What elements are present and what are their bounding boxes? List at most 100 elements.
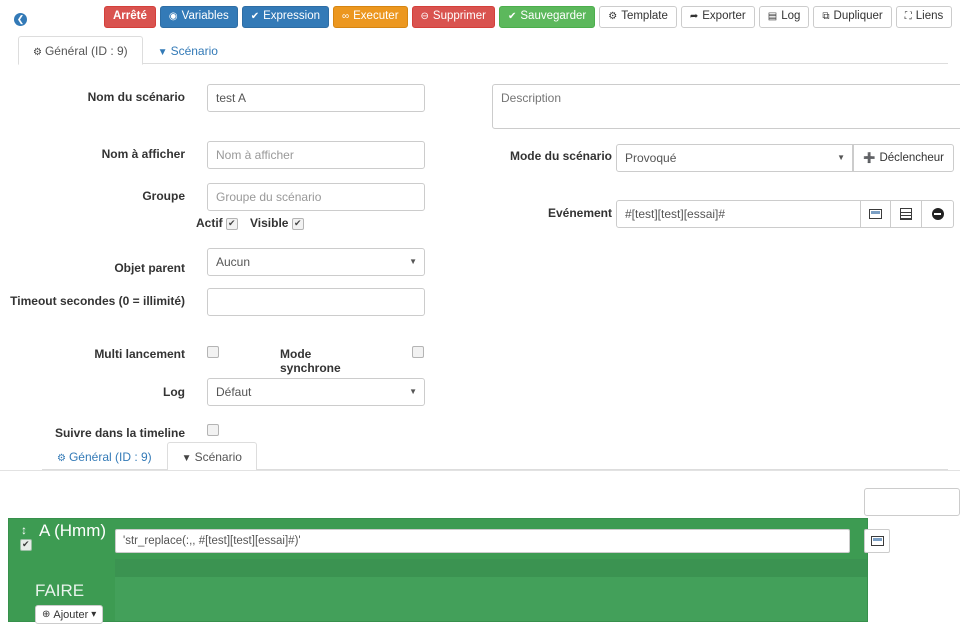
tab-label: Général (ID : 9) bbox=[44, 44, 128, 58]
dashboard-icon: ⚙ bbox=[57, 453, 66, 464]
timeline-checkbox[interactable] bbox=[207, 424, 219, 436]
toolbar-button-log[interactable]: ▤ Log bbox=[758, 6, 810, 28]
chevron-down-icon: ▼ bbox=[837, 153, 845, 162]
scenario-do-label: FAIRE bbox=[35, 581, 85, 600]
toolbar-button-executer[interactable]: ∞ Executer bbox=[333, 6, 408, 28]
toolbar-button-exporter[interactable]: ➦ Exporter bbox=[680, 6, 755, 28]
sync-mode-label: Mode synchrone bbox=[280, 347, 341, 375]
toolbar-button-label: Executer bbox=[353, 10, 399, 23]
caret-down-icon: ▾ bbox=[91, 609, 97, 620]
scenario-name-input[interactable] bbox=[207, 84, 425, 112]
display-name-input[interactable] bbox=[207, 141, 425, 169]
trigger-button[interactable]: ➕ Déclencheur bbox=[853, 144, 954, 172]
scenario-expression-helper-button[interactable] bbox=[864, 529, 890, 553]
toolbar-icon-9: ⧉ bbox=[822, 11, 830, 22]
visible-checkbox[interactable] bbox=[292, 217, 304, 230]
toolbar-button-variables[interactable]: ◉ Variables bbox=[159, 6, 238, 28]
tab-g-n-ral-id-9-[interactable]: ⚙ Général (ID : 9) bbox=[42, 442, 167, 470]
scenario-expression-row bbox=[115, 529, 890, 556]
section-divider bbox=[0, 470, 960, 471]
toolbar-button-dupliquer[interactable]: ⧉ Dupliquer bbox=[813, 6, 892, 28]
multi-launch-checkbox[interactable] bbox=[207, 346, 219, 358]
add-action-label: Ajouter bbox=[53, 608, 89, 621]
plus-square-icon: ➕ bbox=[862, 152, 876, 164]
window-icon bbox=[869, 209, 882, 219]
partial-input-box[interactable] bbox=[864, 488, 960, 516]
move-handle-icon[interactable]: ↕ bbox=[21, 524, 27, 536]
window-icon bbox=[870, 536, 884, 546]
parent-object-value: Aucun bbox=[216, 255, 251, 269]
minus-circle-icon bbox=[931, 208, 944, 220]
toolbar-icon-10: ⛶ bbox=[904, 11, 912, 22]
scenario-mode-label: Mode du scénario bbox=[509, 149, 612, 163]
toolbar-button-label: Exporter bbox=[702, 10, 746, 23]
parent-object-select[interactable]: Aucun ▼ bbox=[207, 248, 425, 276]
toolbar-icon-5: ✔ bbox=[507, 11, 517, 22]
group-label: Groupe bbox=[142, 189, 185, 203]
actif-checkbox[interactable] bbox=[226, 217, 238, 230]
top-toolbar: ❮ Arrêté ◉ Variables ✔ Expression ∞ Executer ⊖ S… bbox=[0, 0, 960, 32]
add-action-button[interactable]: ⊕ Ajouter ▾ bbox=[35, 605, 104, 624]
filter-icon: ▼ bbox=[157, 47, 168, 58]
toolbar-icon-7: ➦ bbox=[689, 11, 699, 22]
sync-mode-checkbox[interactable] bbox=[412, 346, 424, 358]
toolbar-icon-2: ✔ bbox=[250, 11, 260, 22]
toolbar-button-template[interactable]: ⚙ Template bbox=[599, 6, 677, 28]
display-name-label: Nom à afficher bbox=[101, 147, 185, 161]
event-calculator-button[interactable] bbox=[891, 200, 922, 228]
tab-bar-top: ⚙ Général (ID : 9) ▼ Scénario bbox=[18, 36, 948, 65]
scenario-mode-value: Provoqué bbox=[625, 151, 677, 165]
event-window-button[interactable] bbox=[861, 200, 891, 228]
scenario-element-checkbox[interactable] bbox=[20, 538, 32, 551]
scenario-name-label: Nom du scénario bbox=[87, 90, 185, 104]
toolbar-button-label: Arrêté bbox=[113, 10, 147, 23]
log-select[interactable]: Défaut ▼ bbox=[207, 378, 425, 406]
scenario-mode-select[interactable]: Provoqué ▼ bbox=[616, 144, 853, 172]
toolbar-button-label: Expression bbox=[263, 10, 320, 23]
back-arrow-icon[interactable]: ❮ bbox=[14, 13, 27, 26]
toolbar-button-group: Arrêté ◉ Variables ✔ Expression ∞ Executer ⊖ Sup… bbox=[104, 6, 953, 28]
multi-launch-label: Multi lancement bbox=[94, 347, 185, 361]
tab-g-n-ral-id-9-[interactable]: ⚙ Général (ID : 9) bbox=[18, 36, 143, 65]
description-textarea[interactable] bbox=[492, 84, 960, 129]
actif-label: Actif bbox=[196, 216, 223, 230]
toolbar-button-label: Variables bbox=[181, 10, 229, 23]
trigger-button-label: Déclencheur bbox=[879, 152, 945, 164]
toolbar-icon-4: ⊖ bbox=[420, 11, 429, 22]
filter-icon: ▼ bbox=[181, 453, 192, 464]
toolbar-icon-3: ∞ bbox=[342, 11, 350, 22]
toolbar-button-arr-t-[interactable]: Arrêté bbox=[104, 6, 156, 28]
plus-circle-icon: ⊕ bbox=[42, 609, 51, 620]
log-label: Log bbox=[163, 385, 185, 399]
tab-sc-nario[interactable]: ▼ Scénario bbox=[166, 442, 257, 471]
toolbar-button-liens[interactable]: ⛶ Liens bbox=[895, 6, 953, 28]
tab-label: Scénario bbox=[170, 44, 218, 58]
scenario-element-title: A (Hmm) bbox=[39, 521, 107, 540]
event-remove-button[interactable] bbox=[922, 200, 954, 228]
timeline-label: Suivre dans la timeline bbox=[54, 426, 185, 440]
toolbar-button-expression[interactable]: ✔ Expression bbox=[241, 6, 329, 28]
toolbar-button-supprimer[interactable]: ⊖ Supprimer bbox=[411, 6, 495, 28]
event-input[interactable] bbox=[616, 200, 861, 228]
chevron-down-icon: ▼ bbox=[409, 387, 417, 396]
tab-label: Scénario bbox=[194, 450, 242, 464]
timeout-input[interactable] bbox=[207, 288, 425, 316]
chevron-down-icon: ▼ bbox=[409, 257, 417, 266]
toolbar-button-label: Dupliquer bbox=[833, 10, 883, 23]
toolbar-button-label: Log bbox=[781, 10, 801, 23]
toolbar-button-label: Liens bbox=[915, 10, 944, 23]
parent-object-label: Objet parent bbox=[114, 261, 185, 275]
scenario-expression-input[interactable] bbox=[115, 529, 850, 553]
timeout-label: Timeout secondes (0 = illimité) bbox=[10, 294, 185, 308]
tab-sc-nario[interactable]: ▼ Scénario bbox=[143, 36, 233, 64]
toolbar-icon-8: ▤ bbox=[767, 11, 778, 22]
log-value: Défaut bbox=[216, 385, 252, 399]
tab-label: Général (ID : 9) bbox=[68, 450, 152, 464]
scenario-actions-area bbox=[115, 567, 867, 621]
tab-bar-bottom: ⚙ Général (ID : 9) ▼ Scénario bbox=[42, 442, 948, 471]
toolbar-button-label: Sauvegarder bbox=[520, 10, 587, 23]
dashboard-icon: ⚙ bbox=[33, 47, 42, 58]
group-input[interactable] bbox=[207, 183, 425, 211]
scenario-element-sidebar: ↕ A (Hmm) FAIRE ⊕ Ajouter ▾ bbox=[9, 519, 106, 624]
toolbar-button-sauvegarder[interactable]: ✔ Sauvegarder bbox=[498, 6, 596, 28]
